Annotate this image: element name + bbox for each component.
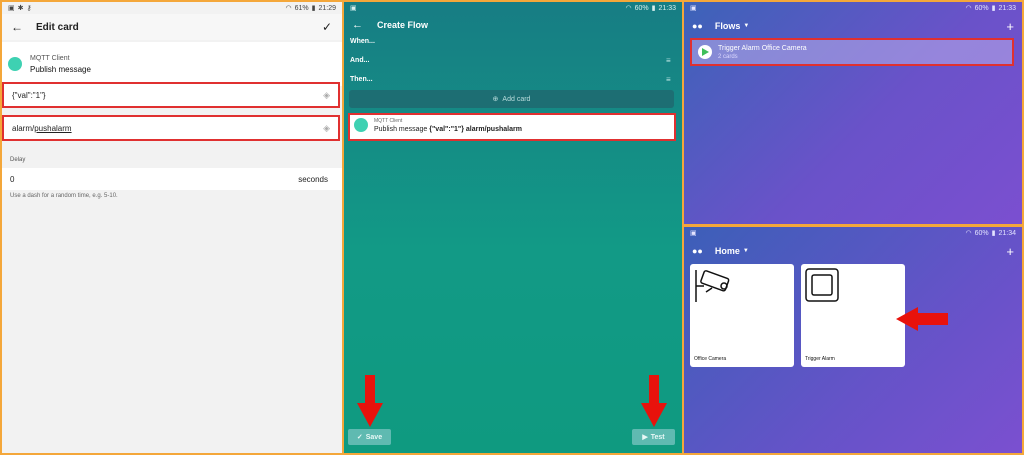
page-title[interactable]: Flows [715, 21, 741, 31]
drag-handle-icon[interactable]: ≡ [666, 56, 674, 65]
play-icon: ▶ [642, 434, 648, 441]
drag-handle-icon[interactable]: ≡ [666, 75, 674, 84]
battery-icon: ▮ [991, 5, 996, 12]
device-label: Office Camera [694, 356, 727, 362]
card-action-prefix: Publish message [374, 126, 430, 133]
clock: 21:33 [998, 4, 1016, 12]
image-icon: ▣ [8, 5, 15, 12]
back-arrow-icon[interactable]: ← [352, 19, 363, 31]
action-name: Publish message [30, 64, 91, 74]
clock: 21:33 [658, 4, 676, 12]
create-flow-screen: ▣ ◠ 60% ▮ 21:33 ← Create Flow When... And..… [344, 2, 682, 453]
add-flow-button[interactable]: + [1006, 19, 1014, 34]
image-icon: ▣ [350, 5, 357, 12]
message-value: {"val":"1"} [12, 90, 46, 100]
then-section[interactable]: Then... [350, 76, 373, 83]
status-bar: ▣ ◠ 60% ▮ 21:33 [344, 2, 682, 14]
battery-icon: ▮ [311, 5, 316, 12]
battery-icon: ▮ [991, 230, 996, 237]
chevron-down-icon[interactable]: ▼ [743, 23, 749, 29]
when-section[interactable]: When... [350, 38, 375, 45]
device-tile-trigger-alarm[interactable]: Trigger Alarm [801, 264, 905, 367]
delay-hint: Use a dash for a random time, e.g. 5-10. [10, 193, 118, 199]
app-bar: ●● Home ▼ + [684, 239, 1022, 263]
card-app-name: MQTT Client [374, 118, 403, 124]
status-bar: ▣ ◠ 60% ▮ 21:34 [684, 227, 1022, 239]
status-bar: ▣ ✱ ⚷ ◠ 61% ▮ 21:29 [2, 2, 342, 14]
image-icon: ▣ [690, 5, 697, 12]
card-summary: MQTT Client Publish message [2, 42, 342, 86]
clock: 21:34 [998, 229, 1016, 237]
battery-level: 60% [974, 229, 989, 237]
device-label: Trigger Alarm [805, 356, 835, 362]
delay-label: Delay [10, 157, 26, 163]
battery-level: 60% [974, 4, 989, 12]
play-button[interactable] [698, 45, 712, 59]
delay-unit: seconds [298, 174, 328, 184]
delay-field[interactable]: 0 seconds [2, 168, 342, 190]
tag-icon[interactable]: ◈ [323, 123, 330, 134]
page-title: Create Flow [377, 20, 429, 30]
topic-underlined: pushalarm [34, 123, 72, 133]
settings-icon: ✱ [17, 5, 24, 12]
page-title: Edit card [36, 21, 79, 33]
battery-level: 61% [294, 4, 309, 12]
flow-name: Trigger Alarm Office Camera [718, 44, 807, 52]
image-icon: ▣ [690, 230, 697, 237]
app-name: MQTT Client [30, 54, 70, 62]
chat-bubbles-icon[interactable]: ●● [692, 246, 703, 256]
save-label: Save [365, 433, 383, 441]
card-action: Publish message {"val":"1"} alarm/pushal… [374, 126, 522, 133]
edit-card-screen: ▣ ✱ ⚷ ◠ 61% ▮ 21:29 ← Edit card ✓ MQTT Client… [2, 2, 342, 453]
back-arrow-icon[interactable]: ← [10, 20, 24, 34]
check-icon[interactable]: ✓ [320, 20, 334, 34]
app-bar: ← Edit card ✓ [2, 14, 342, 40]
wifi-icon: ◠ [965, 5, 972, 12]
app-bar: ← Create Flow [344, 14, 682, 36]
red-arrow-down-icon [641, 375, 667, 427]
clock: 21:29 [318, 4, 336, 12]
mqtt-logo-icon [8, 57, 22, 71]
camera-icon [695, 270, 730, 302]
app-bar: ●● Flows ▼ + [684, 14, 1022, 38]
then-card[interactable]: MQTT Client Publish message {"val":"1"} … [348, 113, 676, 141]
switch-icon [805, 268, 839, 302]
check-icon: ✓ [356, 434, 363, 441]
red-arrow-left-icon [896, 307, 948, 331]
wifi-icon: ◠ [965, 230, 972, 237]
add-card-label: Add card [502, 95, 531, 103]
add-card-button[interactable]: ⊕ Add card [349, 90, 674, 108]
device-tile-office-camera[interactable]: Office Camera [690, 264, 794, 367]
flow-card-count: 2 cards [718, 53, 738, 60]
red-arrow-down-icon [357, 375, 383, 427]
save-button[interactable]: ✓ Save [348, 429, 391, 445]
topic-field[interactable]: alarm/pushalarm ◈ [2, 115, 340, 141]
card-action-args: {"val":"1"} alarm/pushalarm [429, 126, 522, 133]
topic-prefix: alarm/ [12, 123, 35, 133]
wifi-icon: ◠ [625, 5, 632, 12]
key-icon: ⚷ [26, 5, 32, 12]
wifi-icon: ◠ [285, 5, 292, 12]
status-bar: ▣ ◠ 60% ▮ 21:33 [684, 2, 1022, 14]
page-title[interactable]: Home [715, 246, 740, 256]
plus-circle-icon: ⊕ [492, 96, 499, 103]
topic-value: alarm/pushalarm [12, 124, 323, 133]
test-label: Test [650, 433, 665, 441]
flows-screen: ▣ ◠ 60% ▮ 21:33 ●● Flows ▼ + Trigger Alarm … [684, 2, 1022, 224]
mqtt-logo-icon [354, 118, 368, 132]
play-icon [702, 48, 709, 56]
flow-item[interactable]: Trigger Alarm Office Camera 2 cards [690, 38, 1014, 66]
and-section[interactable]: And... [350, 57, 369, 64]
chat-bubbles-icon[interactable]: ●● [692, 21, 703, 31]
delay-value: 0 [10, 174, 15, 184]
chevron-down-icon[interactable]: ▼ [743, 248, 749, 254]
home-screen: ▣ ◠ 60% ▮ 21:34 ●● Home ▼ + Office Camera T… [684, 227, 1022, 453]
test-button[interactable]: ▶ Test [632, 429, 675, 445]
message-field[interactable]: {"val":"1"} ◈ [2, 82, 340, 108]
add-device-button[interactable]: + [1006, 244, 1014, 259]
battery-icon: ▮ [651, 5, 656, 12]
tag-icon[interactable]: ◈ [323, 90, 330, 101]
battery-level: 60% [634, 4, 649, 12]
